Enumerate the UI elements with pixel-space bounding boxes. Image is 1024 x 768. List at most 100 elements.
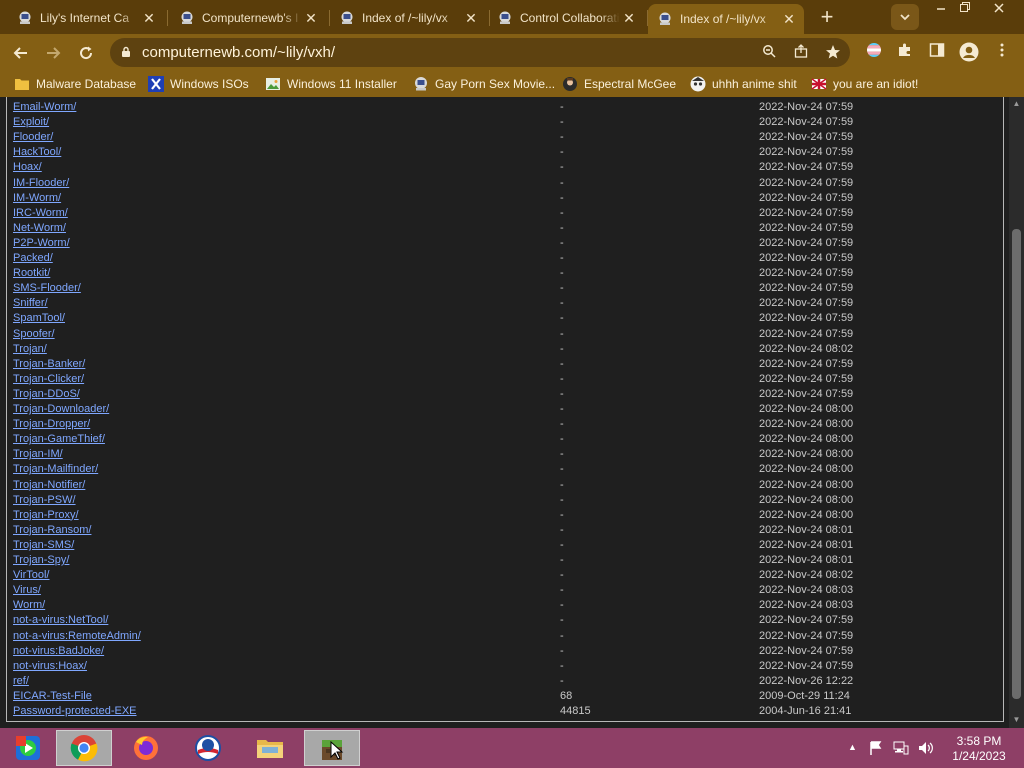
- close-tab-icon[interactable]: ✕: [780, 11, 798, 28]
- file-link[interactable]: Sniffer/: [13, 297, 48, 309]
- file-link[interactable]: Worm/: [13, 599, 45, 611]
- zoom-icon[interactable]: [760, 44, 778, 62]
- table-row: HackTool/ - 2022-Nov-24 07:59: [7, 146, 997, 161]
- bookmark-item[interactable]: uhhh anime shit: [690, 75, 797, 93]
- file-link[interactable]: Net-Worm/: [13, 222, 66, 234]
- action-center-flag-icon[interactable]: [868, 740, 884, 759]
- forward-button[interactable]: [40, 40, 66, 66]
- file-link[interactable]: SpamTool/: [13, 312, 65, 324]
- sidepanel-icon[interactable]: [927, 42, 947, 62]
- file-link[interactable]: Trojan-Downloader/: [13, 403, 109, 415]
- table-row: Worm/ - 2022-Nov-24 08:03: [7, 599, 997, 614]
- share-icon[interactable]: [792, 44, 810, 62]
- file-link[interactable]: not-a-virus:RemoteAdmin/: [13, 630, 141, 642]
- bookmark-item[interactable]: Gay Porn Sex Movie...: [413, 75, 555, 93]
- back-button[interactable]: [8, 40, 34, 66]
- taskbar-app-firefox[interactable]: [118, 730, 174, 766]
- file-link[interactable]: IM-Worm/: [13, 192, 61, 204]
- file-link[interactable]: Trojan/: [13, 343, 47, 355]
- file-link[interactable]: IM-Flooder/: [13, 177, 69, 189]
- bookmark-item[interactable]: Espectral McGee: [562, 75, 676, 93]
- close-tab-icon[interactable]: ✕: [302, 10, 320, 27]
- trans-flag-extension-icon[interactable]: [864, 42, 884, 62]
- file-link[interactable]: Trojan-PSW/: [13, 494, 76, 506]
- table-row: Trojan-Banker/ - 2022-Nov-24 07:59: [7, 358, 997, 373]
- file-link[interactable]: Hoax/: [13, 161, 42, 173]
- file-link[interactable]: not-a-virus:NetTool/: [13, 614, 108, 626]
- file-link[interactable]: HackTool/: [13, 146, 61, 158]
- tab-title: Index of /~lily/vx: [680, 12, 766, 26]
- taskbar-app-chrome[interactable]: [56, 730, 112, 766]
- file-link[interactable]: VirTool/: [13, 569, 49, 581]
- file-link[interactable]: Trojan-Ransom/: [13, 524, 91, 536]
- file-link[interactable]: Trojan-IM/: [13, 448, 63, 460]
- taskbar-app-file-explorer[interactable]: [242, 730, 298, 766]
- network-icon[interactable]: [893, 740, 909, 759]
- file-link[interactable]: Virus/: [13, 584, 41, 596]
- file-link[interactable]: Packed/: [13, 252, 53, 264]
- close-window-button[interactable]: [984, 0, 1014, 18]
- close-tab-icon[interactable]: ✕: [462, 10, 480, 27]
- file-date: 2022-Nov-24 07:59: [759, 161, 854, 174]
- browser-tab[interactable]: Index of /~lily/vx ✕: [648, 4, 804, 34]
- system-clock[interactable]: 3:58 PM 1/24/2023: [944, 734, 1014, 764]
- close-icon: [994, 3, 1004, 13]
- new-tab-button[interactable]: +: [814, 5, 840, 31]
- scroll-up-arrow-icon[interactable]: ▲: [1012, 99, 1021, 109]
- bookmark-label: Windows 11 Installer: [287, 77, 397, 91]
- bookmark-star-icon[interactable]: [824, 44, 842, 62]
- file-link[interactable]: Trojan-Notifier/: [13, 479, 85, 491]
- bookmark-item[interactable]: Malware Database: [14, 75, 136, 93]
- file-link[interactable]: Trojan-DDoS/: [13, 388, 80, 400]
- menu-kebab-icon[interactable]: [992, 42, 1012, 62]
- bookmark-item[interactable]: Windows 11 Installer: [265, 75, 397, 93]
- file-link[interactable]: Trojan-Dropper/: [13, 418, 90, 430]
- bookmark-item[interactable]: Windows ISOs: [148, 75, 249, 93]
- file-link[interactable]: not-virus:BadJoke/: [13, 645, 104, 657]
- profile-avatar-icon[interactable]: [959, 42, 979, 62]
- table-row: Rootkit/ - 2022-Nov-24 07:59: [7, 267, 997, 282]
- browser-tab[interactable]: Control Collaborati ✕: [488, 4, 644, 32]
- file-link[interactable]: IRC-Worm/: [13, 207, 68, 219]
- file-link[interactable]: Trojan-GameThief/: [13, 433, 105, 445]
- file-link[interactable]: ref/: [13, 675, 29, 687]
- browser-tab[interactable]: Index of /~lily/vx ✕: [330, 4, 486, 32]
- browser-tab[interactable]: Computernewb's I ✕: [170, 4, 326, 32]
- file-link[interactable]: P2P-Worm/: [13, 237, 70, 249]
- taskbar-app-windows-media-center[interactable]: [0, 730, 56, 766]
- close-tab-icon[interactable]: ✕: [140, 10, 158, 27]
- address-bar[interactable]: computernewb.com/~lily/vxh/: [110, 38, 850, 67]
- file-link[interactable]: Trojan-Clicker/: [13, 373, 84, 385]
- table-row: Trojan-Mailfinder/ - 2022-Nov-24 08:00: [7, 463, 997, 478]
- file-link[interactable]: Email-Worm/: [13, 101, 76, 113]
- file-link[interactable]: Spoofer/: [13, 328, 55, 340]
- file-link[interactable]: not-virus:Hoax/: [13, 660, 87, 672]
- restore-button[interactable]: [950, 0, 980, 18]
- file-link[interactable]: Trojan-Banker/: [13, 358, 85, 370]
- tab-search-button[interactable]: [891, 4, 919, 30]
- file-link[interactable]: Flooder/: [13, 131, 53, 143]
- taskbar-app-obama[interactable]: [180, 730, 236, 766]
- extensions-puzzle-icon[interactable]: [895, 42, 915, 62]
- scroll-down-arrow-icon[interactable]: ▼: [1012, 715, 1021, 725]
- file-size: -: [560, 478, 564, 491]
- browser-tab[interactable]: Lily's Internet Ca ✕: [8, 4, 164, 32]
- file-link[interactable]: Exploit/: [13, 116, 49, 128]
- file-link[interactable]: Trojan-SMS/: [13, 539, 74, 551]
- file-date: 2022-Nov-24 07:59: [759, 659, 854, 672]
- reload-button[interactable]: [73, 40, 99, 66]
- scrollbar[interactable]: ▲ ▼: [1009, 97, 1024, 728]
- scrollbar-thumb[interactable]: [1012, 229, 1021, 699]
- file-link[interactable]: Trojan-Spy/: [13, 554, 69, 566]
- volume-icon[interactable]: [917, 740, 933, 759]
- file-link[interactable]: Trojan-Mailfinder/: [13, 463, 98, 475]
- file-link[interactable]: Password-protected-EXE: [13, 705, 137, 717]
- file-link[interactable]: EICAR-Test-File: [13, 690, 92, 702]
- file-link[interactable]: Rootkit/: [13, 267, 50, 279]
- file-link[interactable]: Trojan-Proxy/: [13, 509, 79, 521]
- show-hidden-icons-icon[interactable]: ▲: [848, 742, 857, 752]
- file-date: 2022-Nov-24 07:59: [759, 372, 854, 385]
- close-tab-icon[interactable]: ✕: [620, 10, 638, 27]
- bookmark-item[interactable]: you are an idiot!: [811, 75, 918, 93]
- file-link[interactable]: SMS-Flooder/: [13, 282, 81, 294]
